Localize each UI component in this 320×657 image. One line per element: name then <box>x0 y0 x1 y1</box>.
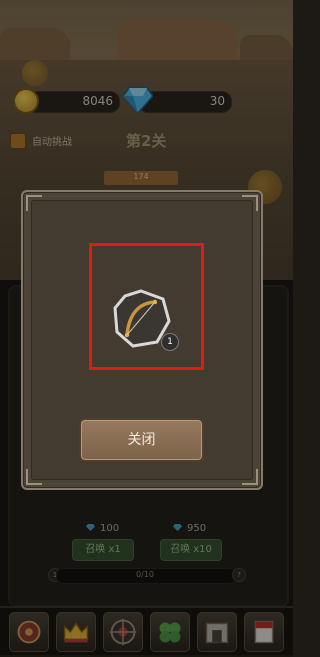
frame-corner <box>242 195 258 211</box>
frame-corner <box>242 469 258 485</box>
close-button[interactable]: 关闭 <box>79 418 204 462</box>
frame-corner <box>26 195 42 211</box>
frame-corner <box>26 469 42 485</box>
highlight-box <box>89 243 204 370</box>
